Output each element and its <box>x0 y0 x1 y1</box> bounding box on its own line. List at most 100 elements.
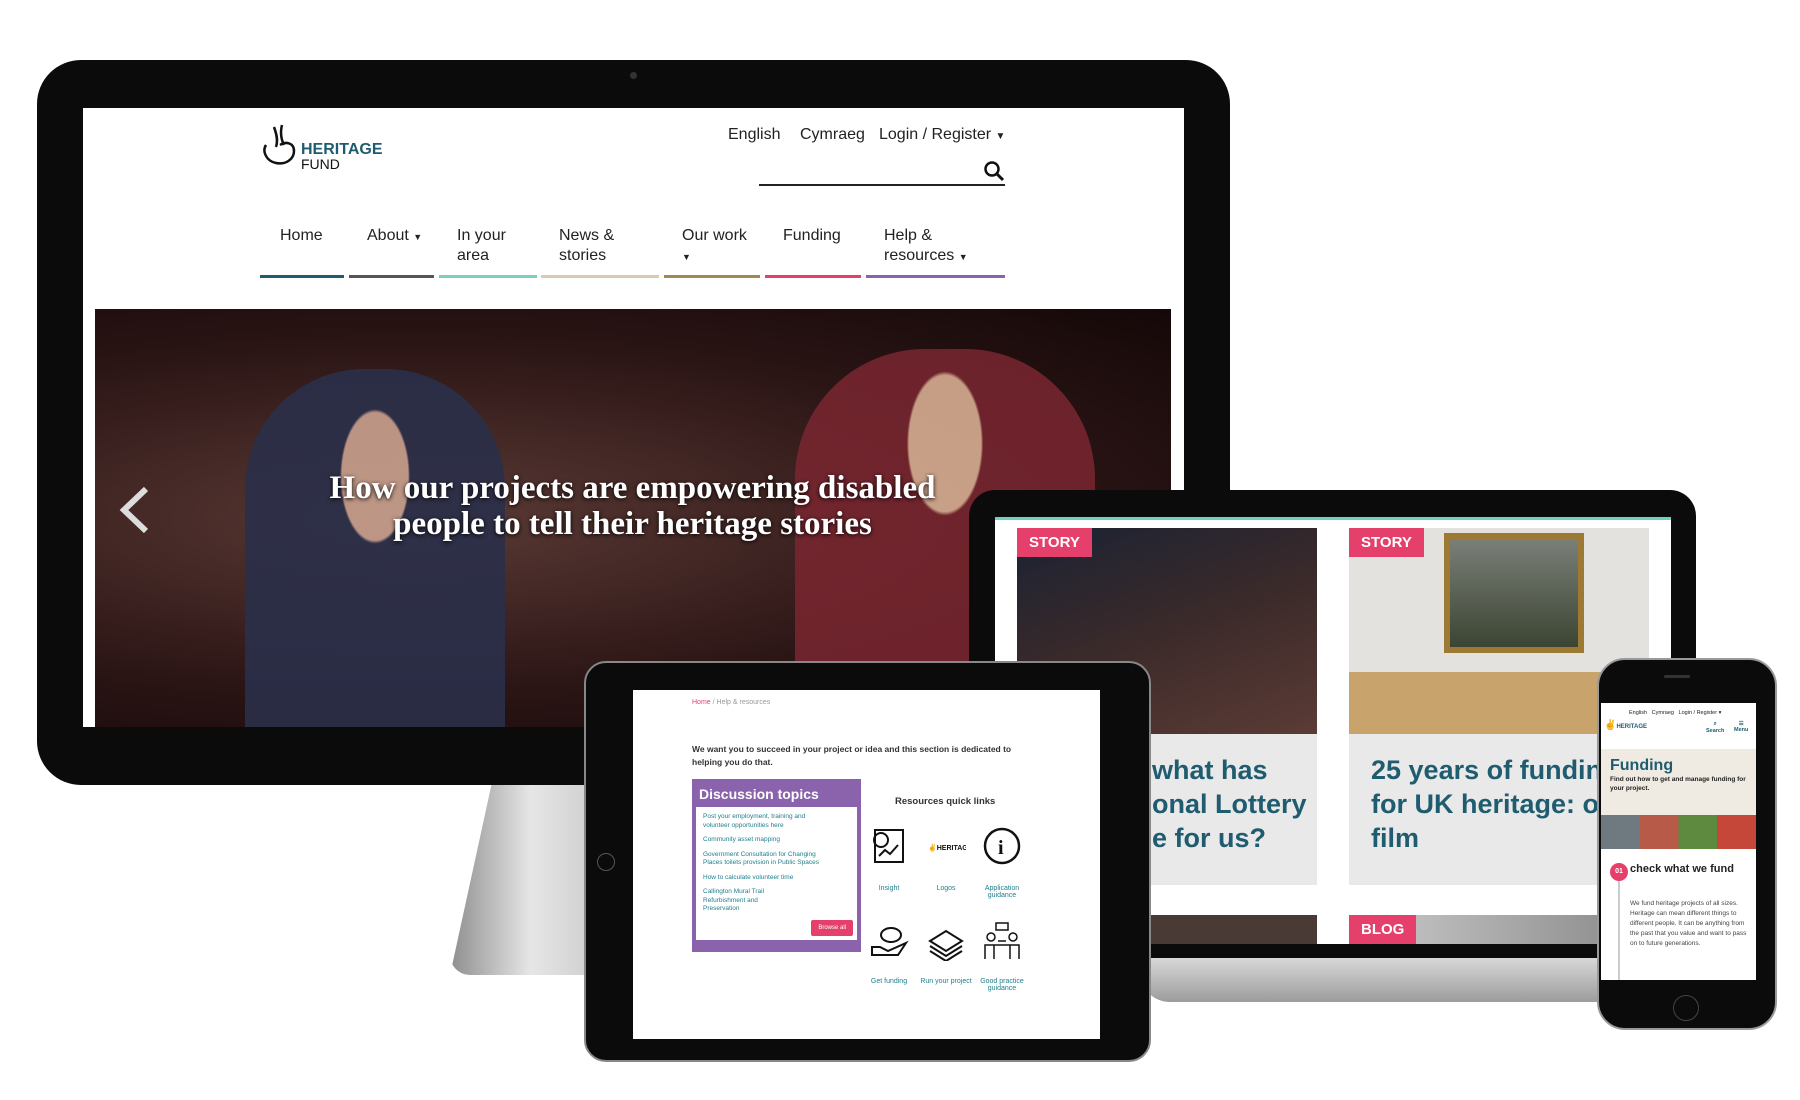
search-input[interactable] <box>759 158 1005 186</box>
breadcrumb-home[interactable]: Home <box>692 699 711 706</box>
piggy-bank-hand-icon <box>871 927 909 956</box>
step-body: We fund heritage projects of all sizes. … <box>1630 900 1747 947</box>
report-chart-icon <box>873 829 904 863</box>
nav-item[interactable]: Home <box>280 226 346 246</box>
crossed-fingers-icon: ✌ <box>1604 720 1617 731</box>
menu-label: Menu <box>1734 727 1749 733</box>
caret-down-icon: ▼ <box>995 131 1006 142</box>
search-label: Search <box>1706 728 1725 734</box>
quick-link[interactable]: Good practice guidance <box>972 921 1032 992</box>
blog-tag: BLOG <box>1349 915 1417 944</box>
login-register-link[interactable]: Login / Register ▼ <box>879 126 1005 144</box>
crossed-fingers-icon <box>263 124 296 165</box>
phone-top-links: English Cymraeg Login / Register ▾ <box>1629 710 1722 716</box>
nav-item[interactable]: Our work ▼ <box>682 226 760 267</box>
money-stack-icon <box>928 929 964 963</box>
nav-item[interactable]: Help & resources ▼ <box>884 226 1005 267</box>
heritage-logo-icon: ✌HERITAGE <box>928 843 973 852</box>
hero-title: How our projects are empowering disabled… <box>329 470 936 542</box>
camera-dot <box>630 72 637 79</box>
search-icon[interactable] <box>983 160 1005 182</box>
heritage-fund-logo[interactable]: HERITAGE FUND <box>260 123 400 172</box>
quick-link-label: Good practice guidance <box>980 978 1024 992</box>
quick-link-label: Insight <box>878 885 900 892</box>
breadcrumb: Home / Help & resources <box>692 699 771 706</box>
quick-link[interactable]: ✌HERITAGE Logos <box>916 826 976 892</box>
info-icon: i <box>983 827 1021 865</box>
discussion-link[interactable]: Callington Mural Trail Refurbishment and… <box>703 888 773 914</box>
nav-label: News & stories <box>559 227 615 264</box>
quick-link-label: Application guidance <box>984 885 1020 899</box>
card-title: 25 years of funding for UK heritage: our… <box>1371 755 1627 853</box>
speaker <box>1664 675 1690 678</box>
lang-cymraeg-link[interactable]: Cymraeg <box>800 126 865 144</box>
browse-all-button[interactable]: Browse all <box>811 920 853 936</box>
nav-item[interactable]: News & stories <box>559 226 659 266</box>
quick-link[interactable]: Insight <box>859 826 919 892</box>
carousel-prev-arrow[interactable] <box>118 485 150 535</box>
quick-link-label: Get funding <box>870 978 908 985</box>
story-tag: STORY <box>1349 528 1424 557</box>
meeting-icon <box>984 922 1020 959</box>
nav-label: In your area <box>457 227 506 264</box>
search-icon: ⌕ <box>1713 721 1717 727</box>
step-title: check what we fund <box>1630 863 1734 875</box>
discussion-link[interactable]: Government Consultation for Changing Pla… <box>703 851 828 868</box>
funding-header: Funding Find out how to get and manage f… <box>1601 749 1756 815</box>
svg-text:i: i <box>998 837 1004 859</box>
nav-item[interactable]: In your area <box>457 226 537 266</box>
discussion-link[interactable]: Post your employment, training and volun… <box>703 813 828 830</box>
quick-link[interactable]: Get funding <box>859 921 919 985</box>
lang-english-link[interactable]: English <box>1629 710 1647 716</box>
caret-down-icon: ▼ <box>958 252 968 262</box>
nav-underline <box>349 275 434 278</box>
quick-link-label: Logos <box>936 885 956 892</box>
page-subtitle: Find out how to get and manage funding f… <box>1610 776 1746 792</box>
nav-underline <box>664 275 760 278</box>
phone-menu-button[interactable]: ☰ Menu <box>1734 721 1748 733</box>
breadcrumb-current: Help & resources <box>716 699 771 706</box>
caret-down-icon: ▼ <box>413 232 423 242</box>
discussion-link[interactable]: How to calculate volunteer time <box>703 874 828 883</box>
nav-label: Funding <box>783 227 841 244</box>
logo-line2: FUND <box>301 156 340 172</box>
intro-text: We want you to succeed in your project o… <box>692 744 1012 767</box>
card-title: what has onal Lottery e for us? <box>1152 755 1307 853</box>
quick-link[interactable]: i Application guidance <box>972 826 1032 899</box>
quick-link-label: Run your project <box>920 978 972 985</box>
login-register-link[interactable]: Login / Register <box>1679 710 1718 716</box>
lang-english-link[interactable]: English <box>728 126 780 144</box>
step-number: 01 <box>1610 863 1628 881</box>
nav-label: Help & resources <box>884 227 955 264</box>
funding-images <box>1601 815 1756 849</box>
nav-underline <box>260 275 344 278</box>
nav-underline <box>765 275 861 278</box>
home-button <box>597 853 615 871</box>
nav-item[interactable]: Funding <box>783 226 861 246</box>
discussion-link[interactable]: Community asset mapping <box>703 836 828 845</box>
discussion-list: Post your employment, training and volun… <box>696 807 857 940</box>
nav-underline <box>866 275 1005 278</box>
nav-item[interactable]: About ▼ <box>367 226 434 247</box>
phone-screen: English Cymraeg Login / Register ▾ ✌HERI… <box>1601 703 1756 980</box>
caret-down-icon: ▼ <box>682 252 691 262</box>
nav-label: About <box>367 227 409 244</box>
page-title: Funding <box>1610 757 1674 774</box>
story-tag: STORY <box>1017 528 1092 557</box>
lang-cymraeg-link[interactable]: Cymraeg <box>1652 710 1674 716</box>
heritage-fund-logo[interactable]: ✌HERITAGE <box>1604 720 1647 731</box>
quick-links-title: Resources quick links <box>895 796 996 807</box>
nav-underline <box>541 275 659 278</box>
discussion-title: Discussion topics <box>699 786 819 802</box>
quick-link[interactable]: Run your project <box>916 921 976 985</box>
nav-label: Home <box>280 227 323 244</box>
home-button <box>1673 995 1699 1021</box>
discussion-topics-panel: Discussion topics Post your employment, … <box>692 779 861 952</box>
nav-label: Our work <box>682 227 747 244</box>
login-label: Login / Register <box>879 126 992 143</box>
svg-text:✌HERITAGE: ✌HERITAGE <box>928 843 966 852</box>
phone-search-button[interactable]: ⌕ Search <box>1706 721 1724 734</box>
step-line <box>1618 881 1620 980</box>
logo-line1: HERITAGE <box>1616 724 1648 730</box>
nav-underline <box>439 275 537 278</box>
